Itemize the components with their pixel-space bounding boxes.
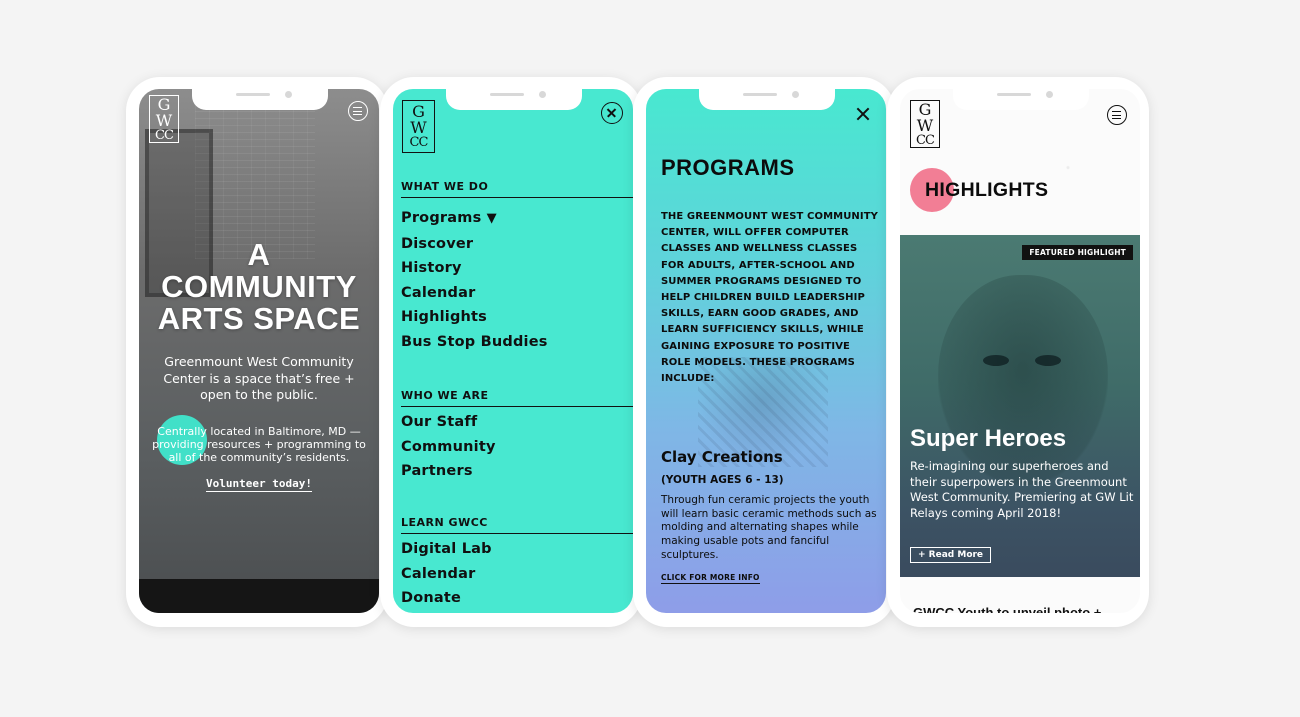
phone-home: G W CC A COMMUNITY ARTS SPACE Greenmount… [126,77,388,627]
phone-highlights: G W CC HIGHLIGHTS FEATURED HIGHLIGHT Sup… [887,77,1149,627]
gwcc-logo[interactable]: G W CC [910,100,940,148]
volunteer-link-wrap: Volunteer today! [139,477,379,492]
headline-line: ARTS SPACE [157,301,361,336]
nav-item-calendar[interactable]: Calendar [401,281,548,306]
program-ages: (YOUTH AGES 6 - 13) [661,474,784,486]
logo-letter: CC [916,132,935,148]
logo-letter: CC [155,127,174,143]
portrait-eye [1035,355,1061,366]
hero-location-text: Centrally located in Baltimore, MD — pro… [152,425,366,464]
headline-line: COMMUNITY [161,269,357,304]
close-icon[interactable] [601,102,623,124]
nav-item-highlights[interactable]: Highlights [401,305,548,330]
phone-menu: G W CC WHAT WE DO Programs ▼ Discover Hi… [380,77,642,627]
highlight-title: Super Heroes [910,425,1067,452]
programs-screen: PROGRAMS THE GREENMOUNT WEST COMMUNITY C… [646,89,886,613]
nav-list-who-we-are: Our Staff Community Partners [401,410,496,484]
hero-background-bricks [195,89,315,259]
nav-item-label: Programs [401,210,482,226]
phone-notch [953,88,1089,110]
nav-item-partners[interactable]: Partners [401,459,496,484]
programs-intro: THE GREENMOUNT WEST COMMUNITY CENTER, WI… [661,211,878,385]
phone-notch [446,88,582,110]
gwcc-logo[interactable]: G W CC [402,100,435,153]
menu-icon[interactable] [1107,105,1127,125]
logo-letter: W [155,110,173,130]
nav-heading-what-we-do: WHAT WE DO [401,180,633,198]
nav-item-community[interactable]: Community [401,435,496,460]
next-highlight-title[interactable]: GWCC Youth to unveil photo + [913,605,1101,613]
menu-screen: G W CC WHAT WE DO Programs ▼ Discover Hi… [393,89,633,613]
home-screen: G W CC A COMMUNITY ARTS SPACE Greenmount… [139,89,379,613]
logo-letter: CC [409,135,429,150]
nav-item-digital-lab[interactable]: Digital Lab [401,537,492,562]
hero-subtitle: Greenmount West Community Center is a sp… [163,354,355,402]
programs-title: PROGRAMS [661,155,795,180]
highlight-description: Re-imagining our superheroes and their s… [910,459,1134,520]
portrait-photo [938,275,1108,485]
gwcc-logo[interactable]: G W CC [149,95,179,143]
bottom-shade [139,579,379,613]
nav-item-calendar-2[interactable]: Calendar [401,562,492,587]
phone-notch [192,88,328,110]
featured-highlight-card[interactable]: FEATURED HIGHLIGHT Super Heroes Re-imagi… [900,235,1140,577]
nav-list-learn-gwcc: Digital Lab Calendar Donate [401,537,492,611]
phone-programs: PROGRAMS THE GREENMOUNT WEST COMMUNITY C… [633,77,895,627]
headline-line: A [247,237,271,272]
nav-item-programs[interactable]: Programs ▼ [401,206,548,232]
nav-item-our-staff[interactable]: Our Staff [401,410,496,435]
more-info-link[interactable]: CLICK FOR MORE INFO [661,573,760,584]
nav-heading-who-we-are: WHO WE ARE [401,389,633,407]
featured-badge: FEATURED HIGHLIGHT [1022,245,1133,260]
nav-item-bus-stop-buddies[interactable]: Bus Stop Buddies [401,330,548,355]
menu-icon[interactable] [348,101,368,121]
nav-list-what-we-do: Programs ▼ Discover History Calendar Hig… [401,206,548,354]
logo-letter: W [410,118,427,137]
nav-item-donate[interactable]: Donate [401,586,492,611]
program-title: Clay Creations [661,448,783,466]
program-description: Through fun ceramic projects the youth w… [661,494,877,561]
highlights-title: HIGHLIGHTS [925,179,1049,201]
nav-item-history[interactable]: History [401,256,548,281]
close-icon[interactable] [856,107,870,121]
hero-headline: A COMMUNITY ARTS SPACE [139,239,379,335]
nav-heading-learn-gwcc: LEARN GWCC [401,516,633,534]
volunteer-link[interactable]: Volunteer today! [206,477,312,492]
portrait-eye [983,355,1009,366]
triangle-down-icon: ▼ [486,211,497,226]
read-more-button[interactable]: + Read More [910,547,992,563]
highlights-screen: G W CC HIGHLIGHTS FEATURED HIGHLIGHT Sup… [900,89,1140,613]
phone-notch [699,88,835,110]
logo-letter: W [916,115,934,135]
nav-item-discover[interactable]: Discover [401,232,548,257]
